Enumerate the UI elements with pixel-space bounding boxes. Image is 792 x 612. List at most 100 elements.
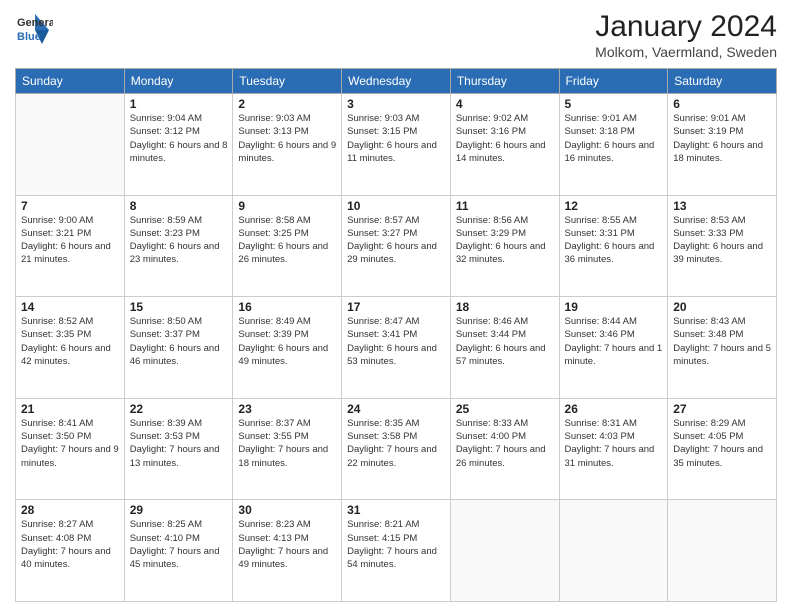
day-number: 2 [238,97,336,111]
day-info: Sunrise: 8:53 AMSunset: 3:33 PMDaylight:… [673,214,771,267]
day-info: Sunrise: 8:41 AMSunset: 3:50 PMDaylight:… [21,417,119,470]
day-number: 8 [130,199,228,213]
day-info: Sunrise: 8:58 AMSunset: 3:25 PMDaylight:… [238,214,336,267]
calendar-table: Sunday Monday Tuesday Wednesday Thursday… [15,68,777,602]
svg-text:Blue: Blue [17,31,41,43]
table-row: 6Sunrise: 9:01 AMSunset: 3:19 PMDaylight… [668,94,777,196]
table-row: 7Sunrise: 9:00 AMSunset: 3:21 PMDaylight… [16,195,125,297]
col-tuesday: Tuesday [233,69,342,94]
table-row: 24Sunrise: 8:35 AMSunset: 3:58 PMDayligh… [342,398,451,500]
table-row: 21Sunrise: 8:41 AMSunset: 3:50 PMDayligh… [16,398,125,500]
day-info: Sunrise: 8:43 AMSunset: 3:48 PMDaylight:… [673,315,771,368]
day-number: 26 [565,402,663,416]
day-number: 23 [238,402,336,416]
day-number: 27 [673,402,771,416]
day-info: Sunrise: 8:56 AMSunset: 3:29 PMDaylight:… [456,214,554,267]
table-row: 11Sunrise: 8:56 AMSunset: 3:29 PMDayligh… [450,195,559,297]
day-number: 5 [565,97,663,111]
day-info: Sunrise: 8:25 AMSunset: 4:10 PMDaylight:… [130,518,228,571]
table-row: 26Sunrise: 8:31 AMSunset: 4:03 PMDayligh… [559,398,668,500]
col-sunday: Sunday [16,69,125,94]
table-row: 28Sunrise: 8:27 AMSunset: 4:08 PMDayligh… [16,500,125,602]
table-row [450,500,559,602]
table-row [668,500,777,602]
calendar-week-1: 1Sunrise: 9:04 AMSunset: 3:12 PMDaylight… [16,94,777,196]
day-info: Sunrise: 8:57 AMSunset: 3:27 PMDaylight:… [347,214,445,267]
table-row: 19Sunrise: 8:44 AMSunset: 3:46 PMDayligh… [559,297,668,399]
day-number: 21 [21,402,119,416]
day-number: 22 [130,402,228,416]
table-row: 20Sunrise: 8:43 AMSunset: 3:48 PMDayligh… [668,297,777,399]
day-info: Sunrise: 8:33 AMSunset: 4:00 PMDaylight:… [456,417,554,470]
day-info: Sunrise: 9:03 AMSunset: 3:13 PMDaylight:… [238,112,336,165]
table-row: 23Sunrise: 8:37 AMSunset: 3:55 PMDayligh… [233,398,342,500]
day-number: 9 [238,199,336,213]
day-number: 13 [673,199,771,213]
day-info: Sunrise: 9:01 AMSunset: 3:18 PMDaylight:… [565,112,663,165]
day-number: 20 [673,300,771,314]
table-row: 25Sunrise: 8:33 AMSunset: 4:00 PMDayligh… [450,398,559,500]
day-number: 12 [565,199,663,213]
table-row: 5Sunrise: 9:01 AMSunset: 3:18 PMDaylight… [559,94,668,196]
day-number: 11 [456,199,554,213]
day-info: Sunrise: 8:59 AMSunset: 3:23 PMDaylight:… [130,214,228,267]
day-info: Sunrise: 8:37 AMSunset: 3:55 PMDaylight:… [238,417,336,470]
table-row: 2Sunrise: 9:03 AMSunset: 3:13 PMDaylight… [233,94,342,196]
calendar-week-4: 21Sunrise: 8:41 AMSunset: 3:50 PMDayligh… [16,398,777,500]
day-info: Sunrise: 8:50 AMSunset: 3:37 PMDaylight:… [130,315,228,368]
calendar-week-5: 28Sunrise: 8:27 AMSunset: 4:08 PMDayligh… [16,500,777,602]
col-friday: Friday [559,69,668,94]
day-info: Sunrise: 8:21 AMSunset: 4:15 PMDaylight:… [347,518,445,571]
day-number: 1 [130,97,228,111]
day-number: 14 [21,300,119,314]
page: General Blue January 2024 Molkom, Vaerml… [0,0,792,612]
day-info: Sunrise: 8:52 AMSunset: 3:35 PMDaylight:… [21,315,119,368]
day-info: Sunrise: 9:04 AMSunset: 3:12 PMDaylight:… [130,112,228,165]
day-number: 3 [347,97,445,111]
col-monday: Monday [124,69,233,94]
calendar-week-3: 14Sunrise: 8:52 AMSunset: 3:35 PMDayligh… [16,297,777,399]
table-row: 30Sunrise: 8:23 AMSunset: 4:13 PMDayligh… [233,500,342,602]
day-info: Sunrise: 9:03 AMSunset: 3:15 PMDaylight:… [347,112,445,165]
calendar-week-2: 7Sunrise: 9:00 AMSunset: 3:21 PMDaylight… [16,195,777,297]
day-number: 6 [673,97,771,111]
table-row: 9Sunrise: 8:58 AMSunset: 3:25 PMDaylight… [233,195,342,297]
day-info: Sunrise: 8:55 AMSunset: 3:31 PMDaylight:… [565,214,663,267]
table-row [559,500,668,602]
header: General Blue January 2024 Molkom, Vaerml… [15,10,777,60]
day-number: 31 [347,503,445,517]
day-number: 16 [238,300,336,314]
day-info: Sunrise: 9:00 AMSunset: 3:21 PMDaylight:… [21,214,119,267]
table-row: 12Sunrise: 8:55 AMSunset: 3:31 PMDayligh… [559,195,668,297]
table-row: 27Sunrise: 8:29 AMSunset: 4:05 PMDayligh… [668,398,777,500]
svg-text:General: General [17,17,53,29]
logo: General Blue [15,10,53,48]
table-row: 10Sunrise: 8:57 AMSunset: 3:27 PMDayligh… [342,195,451,297]
day-info: Sunrise: 8:31 AMSunset: 4:03 PMDaylight:… [565,417,663,470]
table-row: 3Sunrise: 9:03 AMSunset: 3:15 PMDaylight… [342,94,451,196]
day-info: Sunrise: 8:46 AMSunset: 3:44 PMDaylight:… [456,315,554,368]
day-info: Sunrise: 8:47 AMSunset: 3:41 PMDaylight:… [347,315,445,368]
month-title: January 2024 [595,10,777,44]
day-number: 10 [347,199,445,213]
table-row: 29Sunrise: 8:25 AMSunset: 4:10 PMDayligh… [124,500,233,602]
day-number: 28 [21,503,119,517]
day-info: Sunrise: 8:29 AMSunset: 4:05 PMDaylight:… [673,417,771,470]
table-row: 4Sunrise: 9:02 AMSunset: 3:16 PMDaylight… [450,94,559,196]
title-block: January 2024 Molkom, Vaermland, Sweden [595,10,777,60]
day-info: Sunrise: 8:35 AMSunset: 3:58 PMDaylight:… [347,417,445,470]
day-number: 4 [456,97,554,111]
day-info: Sunrise: 8:23 AMSunset: 4:13 PMDaylight:… [238,518,336,571]
day-info: Sunrise: 9:01 AMSunset: 3:19 PMDaylight:… [673,112,771,165]
day-number: 17 [347,300,445,314]
day-info: Sunrise: 9:02 AMSunset: 3:16 PMDaylight:… [456,112,554,165]
day-number: 15 [130,300,228,314]
table-row: 15Sunrise: 8:50 AMSunset: 3:37 PMDayligh… [124,297,233,399]
day-info: Sunrise: 8:44 AMSunset: 3:46 PMDaylight:… [565,315,663,368]
table-row: 16Sunrise: 8:49 AMSunset: 3:39 PMDayligh… [233,297,342,399]
day-number: 18 [456,300,554,314]
table-row: 22Sunrise: 8:39 AMSunset: 3:53 PMDayligh… [124,398,233,500]
day-number: 24 [347,402,445,416]
col-thursday: Thursday [450,69,559,94]
day-info: Sunrise: 8:39 AMSunset: 3:53 PMDaylight:… [130,417,228,470]
